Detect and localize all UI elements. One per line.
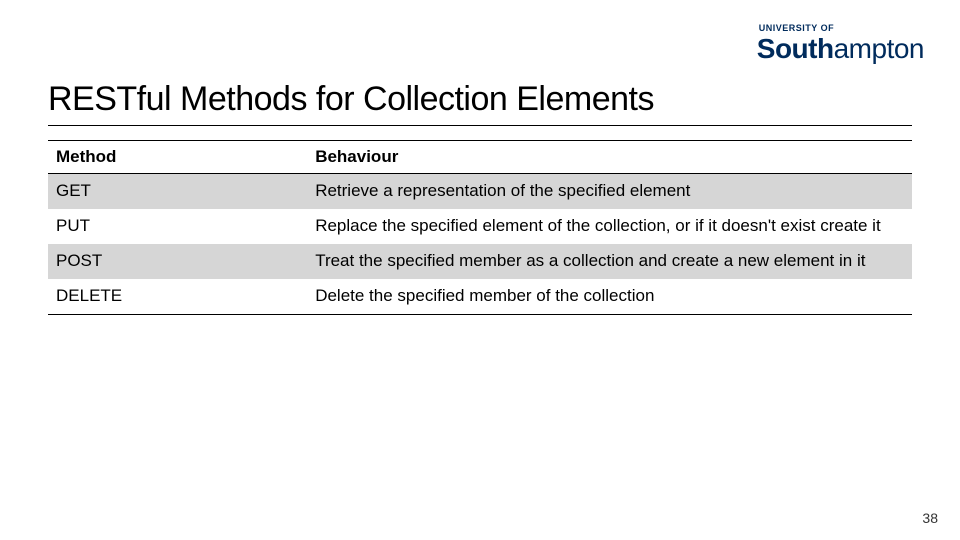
page-number: 38: [922, 510, 938, 526]
cell-behaviour: Treat the specified member as a collecti…: [307, 244, 912, 279]
cell-behaviour: Replace the specified element of the col…: [307, 209, 912, 244]
cell-method: PUT: [48, 209, 307, 244]
university-logo: UNIVERSITY OF Southampton: [757, 24, 924, 63]
cell-method: DELETE: [48, 279, 307, 314]
table-row: PUT Replace the specified element of the…: [48, 209, 912, 244]
title-underline: [48, 125, 912, 126]
logo-text: UNIVERSITY OF Southampton: [757, 24, 924, 63]
methods-table: Method Behaviour GET Retrieve a represen…: [48, 140, 912, 315]
logo-main-rest: ampton: [834, 33, 924, 64]
header-method: Method: [48, 141, 307, 174]
cell-method: POST: [48, 244, 307, 279]
slide: UNIVERSITY OF Southampton RESTful Method…: [0, 0, 960, 540]
page-title: RESTful Methods for Collection Elements: [48, 80, 912, 119]
table-header-row: Method Behaviour: [48, 141, 912, 174]
cell-behaviour: Delete the specified member of the colle…: [307, 279, 912, 314]
table-row: POST Treat the specified member as a col…: [48, 244, 912, 279]
logo-main-text: Southampton: [757, 35, 924, 63]
cell-behaviour: Retrieve a representation of the specifi…: [307, 174, 912, 209]
logo-top-text: UNIVERSITY OF: [759, 24, 834, 33]
cell-method: GET: [48, 174, 307, 209]
header-behaviour: Behaviour: [307, 141, 912, 174]
logo-main-bold: South: [757, 33, 834, 64]
table-row: GET Retrieve a representation of the spe…: [48, 174, 912, 209]
table-row: DELETE Delete the specified member of th…: [48, 279, 912, 314]
